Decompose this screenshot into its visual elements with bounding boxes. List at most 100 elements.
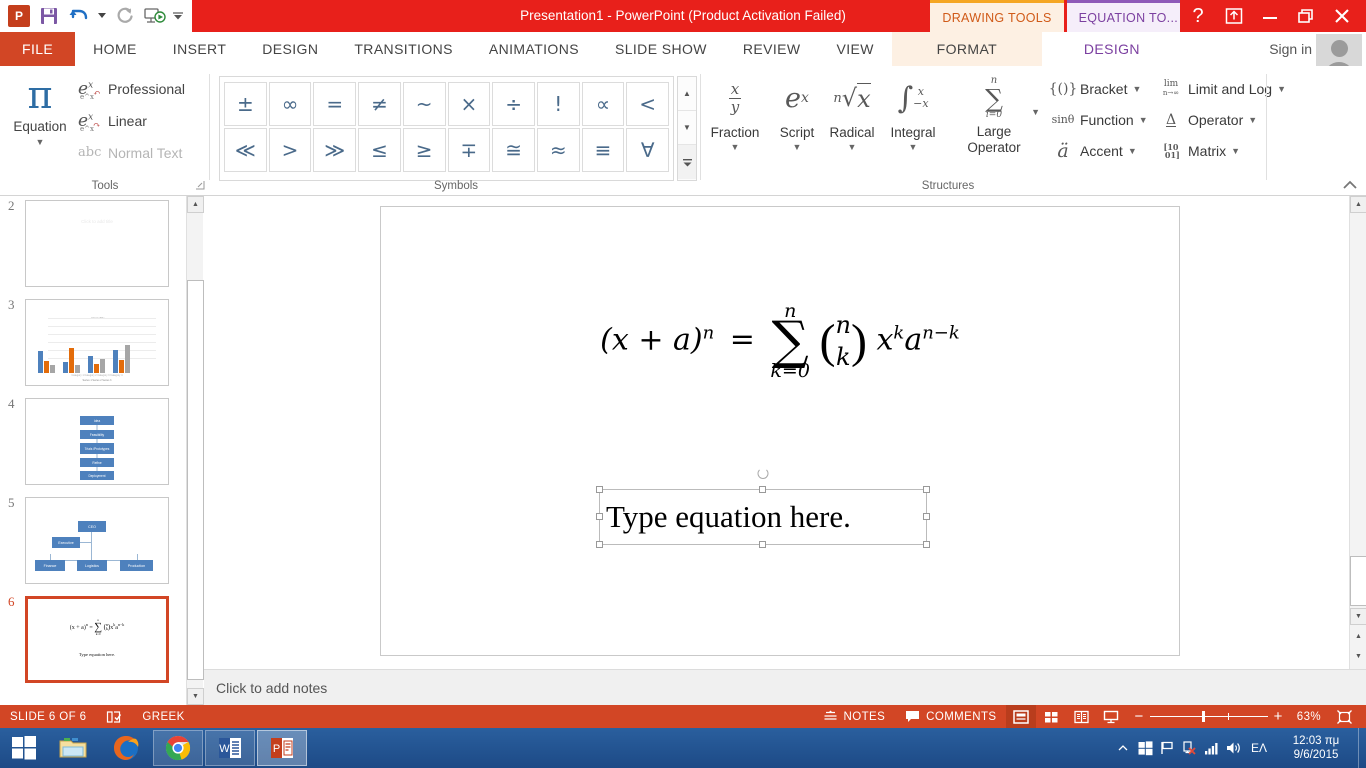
tab-file[interactable]: FILE bbox=[0, 32, 76, 66]
scroll-down-icon[interactable]: ▼ bbox=[187, 688, 204, 705]
tab-view[interactable]: VIEW bbox=[819, 32, 892, 66]
normal-text-button[interactable]: abc Normal Text bbox=[78, 138, 182, 167]
save-icon[interactable] bbox=[34, 2, 64, 30]
tab-insert[interactable]: INSERT bbox=[155, 32, 245, 66]
tab-equation-design[interactable]: DESIGN bbox=[1041, 32, 1182, 66]
chevron-down-icon[interactable]: ▼ bbox=[1139, 115, 1148, 125]
zoom-level-label[interactable]: 63% bbox=[1291, 705, 1327, 728]
bracket-button[interactable]: {()} Bracket ▼ bbox=[1046, 74, 1142, 103]
chevron-down-icon[interactable]: ▼ bbox=[882, 141, 944, 153]
chevron-down-icon[interactable]: ▼ bbox=[1128, 146, 1137, 156]
slide-area-scrollbar[interactable]: ▲ ▼ ▲ ▼ bbox=[1349, 196, 1366, 669]
word-icon[interactable]: W bbox=[205, 730, 255, 766]
linear-button[interactable]: ex e^x ↷ Linear bbox=[78, 106, 147, 135]
resize-handle-s[interactable] bbox=[759, 541, 766, 548]
scroll-up-icon[interactable]: ▲ bbox=[187, 196, 204, 213]
slide-canvas[interactable]: (x + a)n = n ∑ k=0 (n k) xkan−k Type equa… bbox=[380, 206, 1180, 656]
symbol-factorial[interactable]: ! bbox=[536, 82, 580, 126]
previous-slide-icon[interactable]: ▲ bbox=[1350, 628, 1366, 645]
matrix-button[interactable]: [10 01] Matrix ▼ bbox=[1154, 136, 1241, 165]
resize-handle-e[interactable] bbox=[923, 513, 930, 520]
scroll-up-icon[interactable]: ▲ bbox=[678, 77, 696, 111]
show-desktop-button[interactable] bbox=[1358, 728, 1366, 768]
resize-handle-w[interactable] bbox=[596, 513, 603, 520]
symbol-for-all[interactable]: ∀ bbox=[626, 128, 670, 172]
language-indicator[interactable]: ΕΛ bbox=[1244, 728, 1274, 768]
resize-handle-nw[interactable] bbox=[596, 486, 603, 493]
start-button[interactable] bbox=[0, 728, 48, 768]
powerpoint-icon[interactable]: P bbox=[257, 730, 307, 766]
tab-transitions[interactable]: TRANSITIONS bbox=[336, 32, 471, 66]
accent-button[interactable]: ä Accent ▼ bbox=[1046, 136, 1137, 165]
volume-icon[interactable] bbox=[1222, 728, 1244, 768]
chevron-down-icon[interactable]: ▼ bbox=[1277, 84, 1286, 94]
minimize-icon[interactable] bbox=[1252, 0, 1288, 32]
tab-animations[interactable]: ANIMATIONS bbox=[471, 32, 597, 66]
tab-format[interactable]: FORMAT bbox=[891, 32, 1042, 66]
tab-slide-show[interactable]: SLIDE SHOW bbox=[597, 32, 725, 66]
symbol-not-equals[interactable]: ≠ bbox=[358, 82, 401, 126]
collapse-ribbon-icon[interactable] bbox=[1342, 179, 1358, 191]
start-slideshow-icon[interactable] bbox=[140, 2, 170, 30]
slide-thumbnail-4[interactable]: Idea Feasibility Trials /Prototypes Refi… bbox=[25, 398, 169, 485]
symbol-infinity[interactable]: ∞ bbox=[268, 82, 312, 126]
symbol-congruent[interactable]: ≅ bbox=[492, 128, 535, 172]
contextual-tab-drawing-tools[interactable]: DRAWING TOOLS bbox=[930, 0, 1064, 32]
chevron-down-icon[interactable]: ▼ bbox=[1031, 106, 1040, 118]
equation-button[interactable]: π Equation ▼ bbox=[8, 72, 72, 180]
tools-dialog-launcher[interactable] bbox=[196, 181, 205, 190]
slide-thumbnail-2[interactable]: Click to add title bbox=[25, 200, 169, 287]
close-icon[interactable] bbox=[1324, 0, 1360, 32]
resize-handle-sw[interactable] bbox=[596, 541, 603, 548]
symbol-much-greater[interactable]: ≫ bbox=[313, 128, 357, 172]
undo-icon[interactable] bbox=[64, 2, 94, 30]
powerpoint-logo-icon[interactable]: P bbox=[4, 2, 34, 30]
comments-button[interactable]: COMMENTS bbox=[895, 705, 1006, 728]
zoom-slider-handle[interactable] bbox=[1201, 711, 1205, 722]
windows-icon[interactable] bbox=[1134, 728, 1156, 768]
scroll-down-icon[interactable]: ▼ bbox=[678, 111, 696, 145]
chevron-down-icon[interactable]: ▼ bbox=[1231, 146, 1240, 156]
firefox-icon[interactable] bbox=[101, 730, 151, 766]
customize-qat-icon[interactable] bbox=[170, 2, 186, 30]
help-icon[interactable]: ? bbox=[1180, 0, 1216, 32]
language-indicator[interactable]: GREEK bbox=[132, 705, 194, 728]
reading-view-icon[interactable] bbox=[1066, 705, 1096, 728]
next-slide-icon[interactable]: ▼ bbox=[1350, 648, 1366, 665]
tab-design[interactable]: DESIGN bbox=[244, 32, 336, 66]
scroll-down-icon[interactable]: ▼ bbox=[1350, 608, 1366, 625]
symbol-much-less[interactable]: ≪ bbox=[224, 128, 267, 172]
resize-handle-n[interactable] bbox=[759, 486, 766, 493]
professional-button[interactable]: ex e^x ↶ Professional bbox=[78, 74, 185, 103]
symbol-plus-minus[interactable]: ± bbox=[224, 82, 267, 126]
chevron-down-icon[interactable]: ▼ bbox=[1132, 84, 1141, 94]
clock[interactable]: 12:03 πμ 9/6/2015 bbox=[1274, 734, 1358, 762]
equation-placeholder-textbox[interactable]: Type equation here. bbox=[596, 468, 930, 548]
show-hidden-icons-icon[interactable] bbox=[1112, 728, 1134, 768]
ribbon-display-options-icon[interactable] bbox=[1216, 0, 1252, 32]
zoom-in-button[interactable]: + bbox=[1274, 708, 1283, 725]
thumbnail-pane-scrollbar[interactable]: ▲ ▼ bbox=[186, 196, 204, 705]
fraction-button[interactable]: xy Fraction ▼ bbox=[704, 72, 766, 153]
more-symbols-icon[interactable] bbox=[678, 145, 696, 179]
resize-handle-ne[interactable] bbox=[923, 486, 930, 493]
large-operator-button[interactable]: n ∑ i=0 Large Operator ▼ bbox=[952, 72, 1040, 156]
symbol-multiply[interactable]: × bbox=[447, 82, 491, 126]
zoom-out-button[interactable]: − bbox=[1134, 708, 1143, 725]
slide-sorter-icon[interactable] bbox=[1036, 705, 1066, 728]
slide-thumbnail-5[interactable]: CEO Executive Finance Logistics Producti… bbox=[25, 497, 169, 584]
rotate-handle[interactable] bbox=[757, 468, 769, 479]
notes-button[interactable]: NOTES bbox=[813, 705, 896, 728]
slide-thumbnail-3[interactable]: Chart Title Category 1 Category 2 Catego… bbox=[25, 299, 169, 386]
zoom-slider[interactable] bbox=[1149, 711, 1268, 722]
chrome-icon[interactable] bbox=[153, 730, 203, 766]
symbol-less-equal[interactable]: ≤ bbox=[358, 128, 401, 172]
slideshow-icon[interactable] bbox=[1096, 705, 1126, 728]
function-button[interactable]: sinθ Function ▼ bbox=[1046, 105, 1148, 134]
slide-thumbnail-6[interactable]: (x + a)n = n ∑ k=0 (n k)xkan−k Type equatio… bbox=[25, 596, 169, 683]
normal-view-icon[interactable] bbox=[1006, 705, 1037, 728]
file-explorer-icon[interactable] bbox=[49, 730, 99, 766]
integral-button[interactable]: ∫ x −x Integral ▼ bbox=[882, 72, 944, 153]
symbol-proportional[interactable]: ∝ bbox=[581, 82, 625, 126]
undo-dropdown-icon[interactable] bbox=[94, 2, 110, 30]
